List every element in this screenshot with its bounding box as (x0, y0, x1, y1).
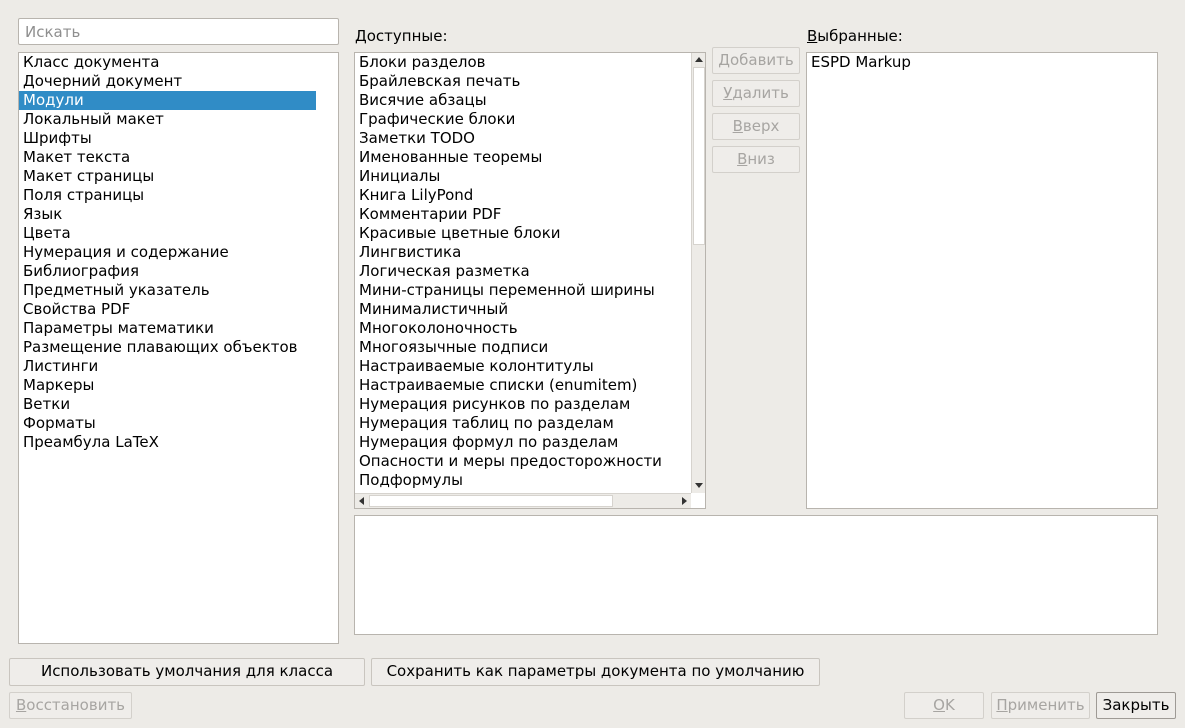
category-item[interactable]: Листинги (19, 357, 338, 376)
available-module-item[interactable]: Лингвистика (355, 243, 691, 262)
available-module-item[interactable]: Именованные теоремы (355, 148, 691, 167)
available-module-item[interactable]: Многоязычные подписи (355, 338, 691, 357)
move-down-button[interactable]: Вниз (712, 146, 800, 173)
available-module-item[interactable]: Нумерация рисунков по разделам (355, 395, 691, 414)
up-mnemonic: В (732, 117, 743, 135)
selected-label-text: ыбранные: (817, 27, 903, 45)
category-item[interactable]: Нумерация и содержание (19, 243, 338, 262)
scroll-right-arrow-icon[interactable] (677, 494, 691, 508)
move-up-button[interactable]: Вверх (712, 113, 800, 140)
apply-label: рименить (1007, 696, 1085, 714)
horizontal-scroll-thumb[interactable] (369, 495, 613, 507)
ok-button[interactable]: OK (904, 692, 984, 719)
category-item[interactable]: Шрифты (19, 129, 338, 148)
category-item[interactable]: Ветки (19, 395, 338, 414)
available-module-item[interactable]: Красивые цветные блоки (355, 224, 691, 243)
category-item[interactable]: Локальный макет (19, 110, 338, 129)
available-module-item[interactable]: Графические блоки (355, 110, 691, 129)
module-description-box (354, 515, 1158, 635)
category-item[interactable]: Макет страницы (19, 167, 338, 186)
apply-button[interactable]: Применить (991, 692, 1090, 719)
close-button[interactable]: Закрыть (1096, 692, 1176, 719)
selected-label: Выбранные: (807, 27, 903, 46)
scroll-up-arrow-icon[interactable] (692, 53, 705, 67)
remove-label: далить (732, 84, 789, 102)
available-module-item[interactable]: Опасности и меры предосторожности (355, 452, 691, 471)
available-module-item[interactable]: Логическая разметка (355, 262, 691, 281)
remove-module-button[interactable]: Удалить (712, 80, 800, 107)
remove-mnemonic: У (723, 84, 733, 102)
available-module-item[interactable]: Нумерация формул по разделам (355, 433, 691, 452)
selected-modules-list[interactable]: ESPD Markup (806, 52, 1158, 509)
available-modules-list[interactable]: Блоки разделов Брайлевская печать Висячие … (354, 52, 706, 509)
available-module-item[interactable]: Висячие абзацы (355, 91, 691, 110)
down-label: низ (747, 150, 775, 168)
available-module-item[interactable]: Подформулы (355, 471, 691, 490)
category-item[interactable]: Форматы (19, 414, 338, 433)
category-item[interactable]: Класс документа (19, 53, 338, 72)
add-module-button[interactable]: Добавить (712, 47, 800, 74)
category-item[interactable]: Язык (19, 205, 338, 224)
search-input[interactable] (18, 18, 339, 45)
restore-label: осстановить (26, 696, 126, 714)
scroll-down-arrow-icon[interactable] (692, 479, 705, 493)
available-module-item[interactable]: Заметки TODO (355, 129, 691, 148)
available-module-item[interactable]: Брайлевская печать (355, 72, 691, 91)
down-mnemonic: В (737, 150, 748, 168)
available-module-item[interactable]: Настраиваемые колонтитулы (355, 357, 691, 376)
use-class-defaults-button[interactable]: Использовать умолчания для класса (9, 658, 365, 686)
category-item[interactable]: Предметный указатель (19, 281, 338, 300)
available-vertical-scrollbar[interactable] (691, 53, 705, 493)
scroll-left-arrow-icon[interactable] (355, 494, 369, 508)
category-item[interactable]: Свойства PDF (19, 300, 338, 319)
category-item[interactable]: Цвета (19, 224, 338, 243)
available-module-item[interactable]: Книга LilyPond (355, 186, 691, 205)
available-module-item[interactable]: Комментарии PDF (355, 205, 691, 224)
selected-mnemonic: В (807, 27, 818, 45)
selected-module-item[interactable]: ESPD Markup (807, 53, 1157, 72)
category-item[interactable]: Библиография (19, 262, 338, 281)
restore-mnemonic: В (15, 696, 27, 714)
category-item[interactable]: Преамбула LaTeX (19, 433, 338, 452)
available-module-item[interactable]: Настраиваемые списки (enumitem) (355, 376, 691, 395)
ok-mnemonic: O (933, 696, 945, 714)
available-module-item[interactable]: Блоки разделов (355, 53, 691, 72)
save-as-defaults-button[interactable]: Сохранить как параметры документа по умо… (371, 658, 820, 686)
category-item[interactable]: Размещение плавающих объектов (19, 338, 338, 357)
available-module-item[interactable]: Многоколоночность (355, 319, 691, 338)
available-module-item[interactable]: Мини-страницы переменной ширины (355, 281, 691, 300)
available-module-item[interactable]: Инициалы (355, 167, 691, 186)
available-horizontal-scrollbar[interactable] (355, 493, 691, 508)
category-item[interactable]: Макет текста (19, 148, 338, 167)
add-label: обавить (729, 51, 794, 69)
scroll-thumb[interactable] (693, 67, 705, 245)
category-item[interactable]: Параметры математики (19, 319, 338, 338)
category-item[interactable]: Дочерний документ (19, 72, 338, 91)
restore-button[interactable]: Восстановить (9, 692, 132, 719)
up-label: верх (742, 117, 780, 135)
category-item[interactable]: Модули (19, 91, 316, 110)
add-mnemonic: Д (718, 51, 730, 69)
categories-list[interactable]: Класс документа Дочерний документ Модули Ло… (18, 52, 339, 644)
apply-mnemonic: П (996, 696, 1008, 714)
category-item[interactable]: Маркеры (19, 376, 338, 395)
category-item[interactable]: Поля страницы (19, 186, 338, 205)
available-module-item[interactable]: Минималистичный (355, 300, 691, 319)
available-label: Доступные: (355, 27, 448, 45)
ok-label: K (944, 696, 955, 714)
available-module-item[interactable]: Нумерация таблиц по разделам (355, 414, 691, 433)
